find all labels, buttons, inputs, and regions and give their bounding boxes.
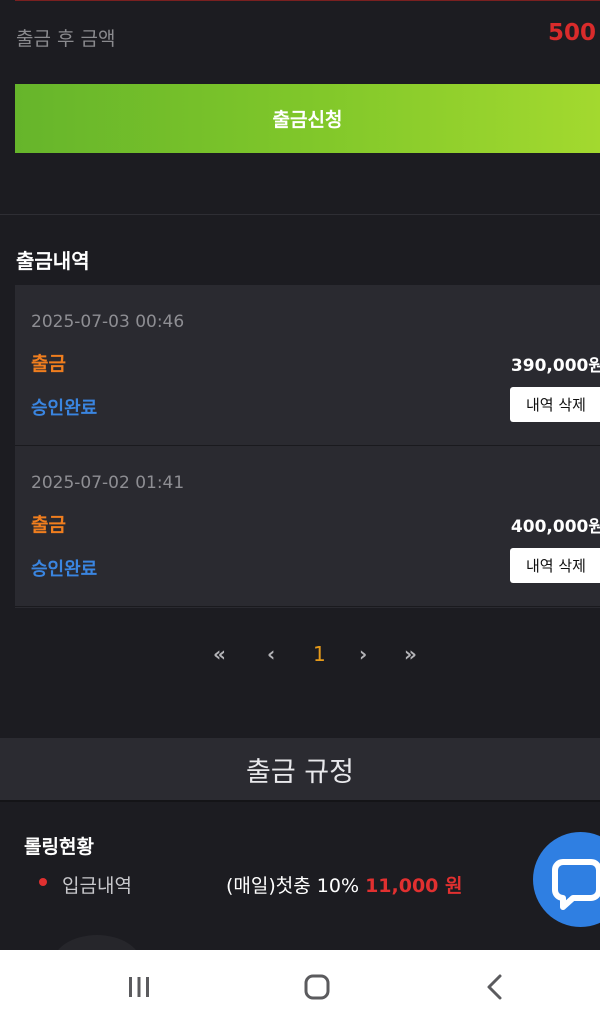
after-withdraw-value: 500 <box>547 20 596 46</box>
record-type: 출금 <box>31 514 66 536</box>
withdraw-apply-button[interactable]: 출금신청 <box>15 84 600 153</box>
record-type: 출금 <box>31 353 66 375</box>
record-status: 승인완료 <box>31 398 98 419</box>
top-divider <box>15 0 600 1</box>
delete-record-button[interactable]: 내역 삭제 <box>510 548 600 583</box>
chat-bubble-icon <box>552 859 600 910</box>
rolling-status-title: 롤링현황 <box>24 836 94 858</box>
back-button[interactable] <box>446 950 546 1024</box>
rule-amount: 11,000 원 <box>365 875 463 897</box>
after-withdraw-label: 출금 후 금액 <box>16 28 116 50</box>
history-title: 출금내역 <box>16 249 90 273</box>
history-record: 2025-07-03 00:46 출금 390,000원 승인완료 내역 삭제 <box>15 285 600 446</box>
record-status: 승인완료 <box>31 559 98 580</box>
next-page-button[interactable]: › <box>359 642 367 666</box>
pagination: « ‹ 1 › » <box>0 640 600 670</box>
prev-page-button[interactable]: ‹ <box>267 642 275 666</box>
last-page-button[interactable]: » <box>404 642 417 666</box>
history-record: 2025-07-02 01:41 출금 400,000원 승인완료 내역 삭제 <box>15 446 600 607</box>
rules-header: 출금 규정 <box>0 738 600 800</box>
back-icon <box>487 974 502 1000</box>
after-withdraw-amount-row: 출금 후 금액 500 <box>0 18 600 52</box>
first-page-button[interactable]: « <box>213 642 226 666</box>
record-amount: 390,000원 <box>510 356 600 376</box>
home-icon <box>304 974 330 1000</box>
delete-record-button[interactable]: 내역 삭제 <box>510 387 600 422</box>
android-nav-bar <box>0 950 600 1024</box>
rules-divider <box>0 800 600 802</box>
record-date: 2025-07-02 01:41 <box>31 473 185 493</box>
chat-button[interactable] <box>533 832 600 927</box>
home-button[interactable] <box>267 950 367 1024</box>
deposit-history-label: 입금내역 <box>62 875 132 897</box>
recent-apps-icon <box>129 977 149 997</box>
section-divider <box>0 214 600 215</box>
current-page[interactable]: 1 <box>313 642 326 666</box>
rule-description: (매일)첫충 10% <box>226 875 360 897</box>
rule-text: (매일)첫충 10% 11,000 원 <box>226 871 462 898</box>
recent-apps-button[interactable] <box>89 950 189 1024</box>
history-list: 2025-07-03 00:46 출금 390,000원 승인완료 내역 삭제 … <box>15 285 600 608</box>
bullet-dot-icon <box>39 878 47 886</box>
record-date: 2025-07-03 00:46 <box>31 312 185 332</box>
record-amount: 400,000원 <box>510 517 600 537</box>
